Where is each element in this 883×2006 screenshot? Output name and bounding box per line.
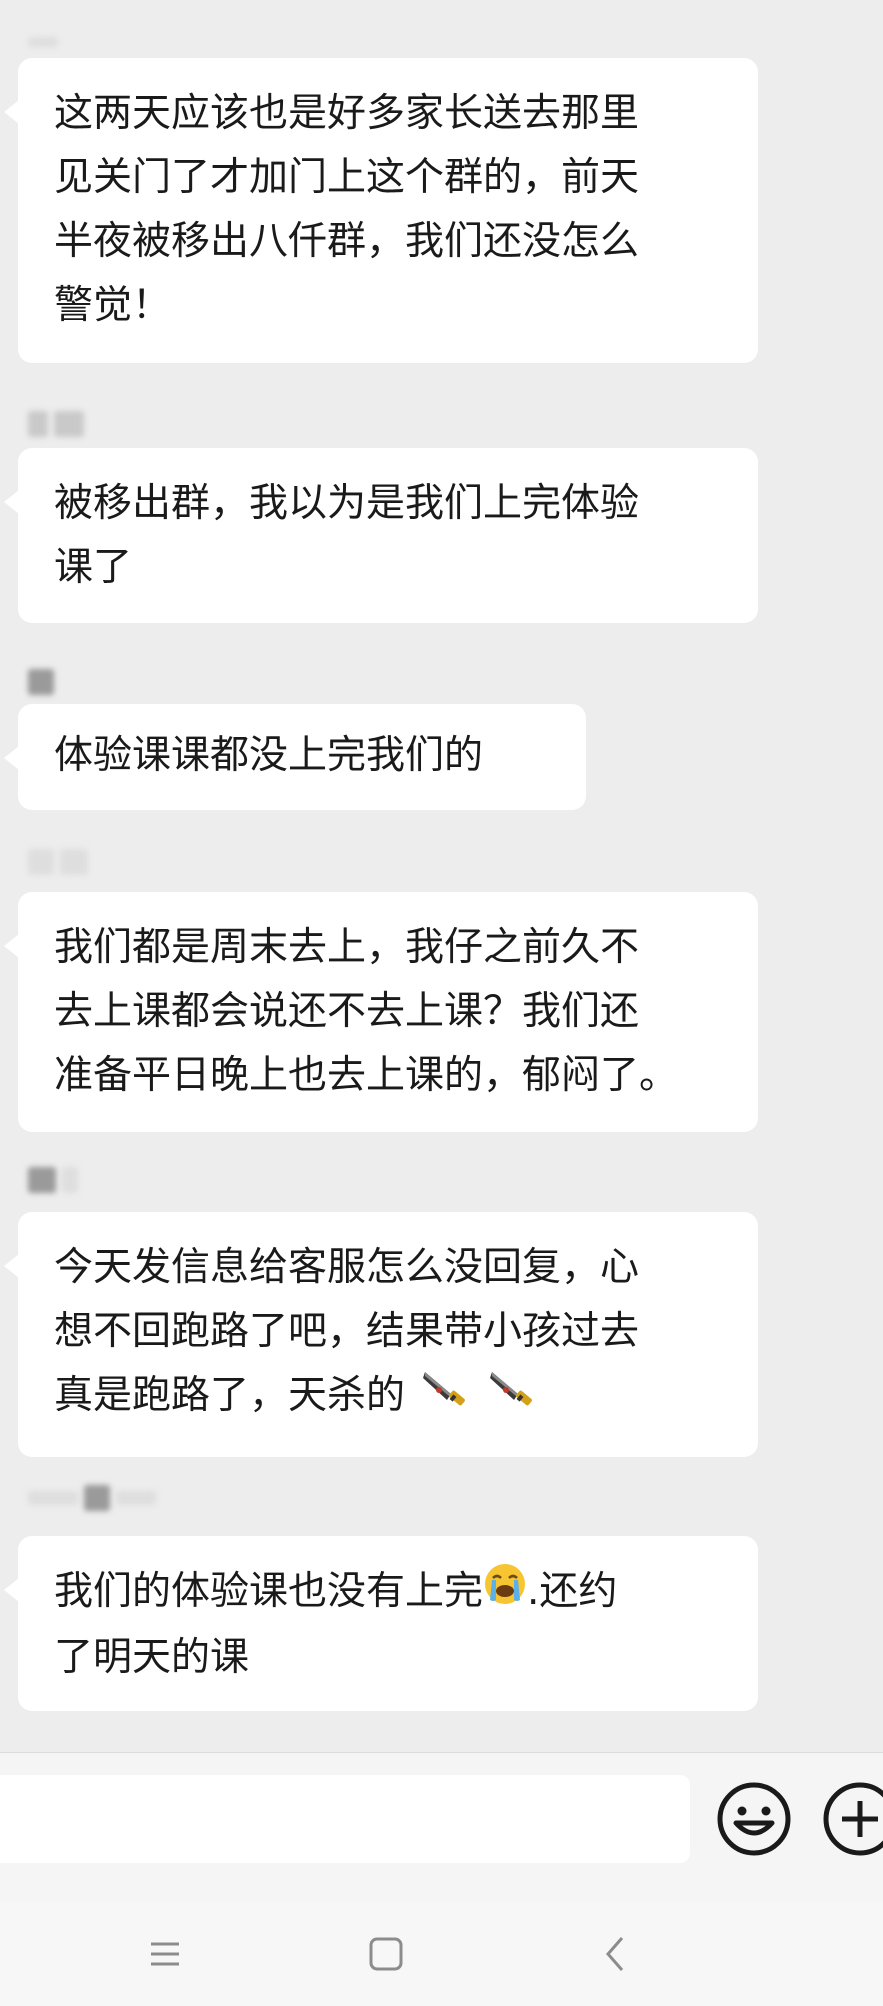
message-bubble[interactable]: 我们都是周末去上，我仔之前久不 去上课都会说还不去上课？我们还 准备平日晚上也去… <box>4 892 758 1132</box>
sender-name-blurred <box>28 1484 156 1512</box>
message-text: 这两天应该也是好多家长送去那里 <box>54 91 640 136</box>
message-text: 半夜被移出八仟群，我们还没怎么 <box>54 219 640 264</box>
message-line: 真是跑路了，天杀的 <box>54 1364 732 1430</box>
message-bubble[interactable]: 这两天应该也是好多家长送去那里 见关门了才加门上这个群的，前天 半夜被移出八仟群… <box>4 58 758 363</box>
message-bubble[interactable]: 被移出群，我以为是我们上完体验 课了 <box>4 448 758 623</box>
message-input-bar <box>0 1752 883 1903</box>
message-text: 体验课课都没上完我们的 <box>54 733 484 778</box>
message-bubble[interactable]: 今天发信息给客服怎么没回复，心 想不回跑路了吧，结果带小孩过去 真是跑路了，天杀… <box>4 1212 758 1457</box>
message-text: 课了 <box>54 545 133 590</box>
message-bubble[interactable]: 我们的体验课也没有上完 .还约 了明天的课 <box>4 1536 758 1711</box>
message-line: 我们的体验课也没有上完 .还约 <box>54 1560 732 1626</box>
message-text: 去上课都会说还不去上课？我们还 <box>54 989 640 1034</box>
message-text: 真是跑路了，天杀的 <box>54 1373 406 1418</box>
sender-name-blurred <box>28 28 58 56</box>
system-navigation-bar <box>0 1902 883 2006</box>
kitchen-knife-icon <box>421 1366 471 1430</box>
sender-name-blurred <box>28 848 88 876</box>
message-input[interactable] <box>0 1775 690 1863</box>
chat-message-list[interactable]: 这两天应该也是好多家长送去那里 见关门了才加门上这个群的，前天 半夜被移出八仟群… <box>0 0 883 1750</box>
kitchen-knife-icon <box>488 1366 538 1430</box>
message-text: 准备平日晚上也去上课的，郁闷了。 <box>54 1053 679 1098</box>
smiley-face-icon[interactable] <box>712 1777 796 1861</box>
message-text: 警觉！ <box>54 283 172 328</box>
message-text: .还约 <box>527 1569 618 1614</box>
message-text: 我们的体验课也没有上完 <box>54 1569 484 1614</box>
loudly-crying-face-icon <box>483 1562 527 1626</box>
message-text: 了明天的课 <box>54 1634 250 1680</box>
home-square-icon[interactable] <box>356 1924 416 1984</box>
sender-name-blurred <box>28 410 84 438</box>
menu-icon[interactable] <box>135 1924 195 1984</box>
message-text: 我们都是周末去上，我仔之前久不 <box>54 925 640 970</box>
message-bubble[interactable]: 体验课课都没上完我们的 <box>4 704 586 810</box>
sender-name-blurred <box>28 1166 78 1194</box>
add-plus-icon[interactable] <box>818 1777 883 1861</box>
back-chevron-icon[interactable] <box>586 1924 646 1984</box>
message-text: 见关门了才加门上这个群的，前天 <box>54 155 640 200</box>
message-text: 今天发信息给客服怎么没回复，心 <box>54 1245 640 1290</box>
sender-name-blurred <box>28 668 54 696</box>
message-text: 想不回跑路了吧，结果带小孩过去 <box>54 1309 640 1354</box>
message-text: 被移出群，我以为是我们上完体验 <box>54 481 640 526</box>
